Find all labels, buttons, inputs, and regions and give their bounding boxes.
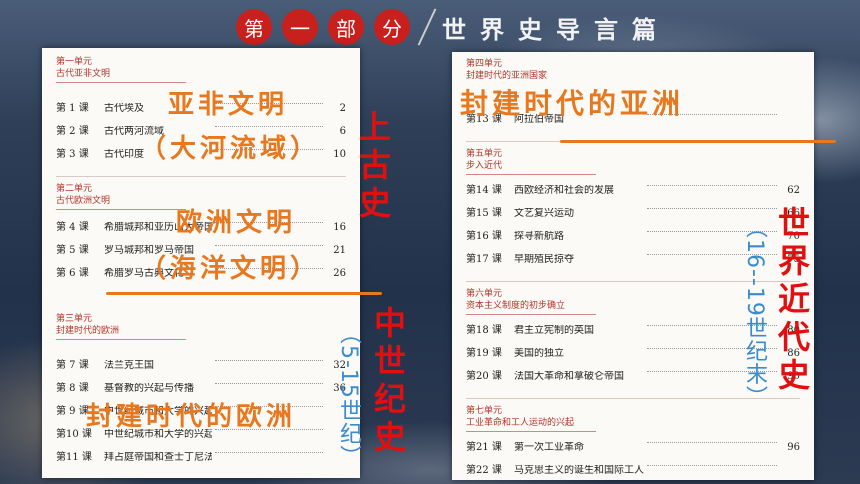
unit-title: 古代亚非文明 xyxy=(56,69,111,79)
divider-line-left xyxy=(106,292,382,295)
label-medieval-range: （5-15世纪） xyxy=(336,322,361,468)
header-divider xyxy=(417,8,437,46)
annotation-feudal-asia: 封建时代的亚洲 xyxy=(460,87,685,120)
header-subtitle: 世界史导言篇 xyxy=(442,15,670,44)
label-modern-history: 世界近代史 xyxy=(777,204,810,394)
unit-label: 第三单元 xyxy=(56,314,93,324)
divider xyxy=(56,176,346,177)
annotation-feudal-europe: 封建时代的欧洲 xyxy=(86,402,297,432)
label-medieval-history: 中世纪史 xyxy=(373,304,406,456)
annotation-ocean: （海洋文明） xyxy=(140,254,321,284)
annotation-river: （大河流域） xyxy=(140,134,321,164)
unit-label: 第五单元 xyxy=(466,149,503,159)
unit-title: 封建时代的亚洲国家 xyxy=(466,71,548,81)
label-modern-range: （16--19世纪末） xyxy=(742,216,767,409)
unit-underline xyxy=(466,431,596,432)
label-ancient-history: 上古史 xyxy=(358,108,391,222)
lesson-row: 第 7 课法兰克王国 32 xyxy=(56,360,346,371)
header-circle-3: 部 xyxy=(328,9,364,45)
unit-title: 封建时代的欧洲 xyxy=(56,326,120,336)
unit-underline xyxy=(466,174,596,175)
unit-underline xyxy=(56,339,186,340)
lesson-row: 第11 课拜占庭帝国和查士丁尼法典 xyxy=(56,452,346,475)
unit-label: 第二单元 xyxy=(56,184,93,194)
unit-underline xyxy=(56,82,186,83)
unit-underline xyxy=(56,209,186,210)
lesson-row: 第22 课马克思主义的诞生和国际工人运动的兴起 xyxy=(466,465,800,480)
unit-label: 第四单元 xyxy=(466,59,503,69)
unit-underline xyxy=(466,314,596,315)
unit-title: 步入近代 xyxy=(466,161,503,171)
annotation-asia-africa: 亚非文明 xyxy=(168,90,289,120)
unit-label: 第一单元 xyxy=(56,57,93,67)
header-circle-1: 第 xyxy=(236,9,272,45)
annotation-europe: 欧洲文明 xyxy=(176,208,297,238)
header-circle-2: 一 xyxy=(282,9,318,45)
header-circle-4: 分 xyxy=(374,9,410,45)
section-header: 第 一 部 分 世界史导言篇 xyxy=(236,6,670,48)
lesson-row: 第21 课第一次工业革命 96 xyxy=(466,442,800,453)
divider-line-right xyxy=(560,140,836,143)
lesson-row: 第14 课西欧经济和社会的发展 62 xyxy=(466,185,800,196)
